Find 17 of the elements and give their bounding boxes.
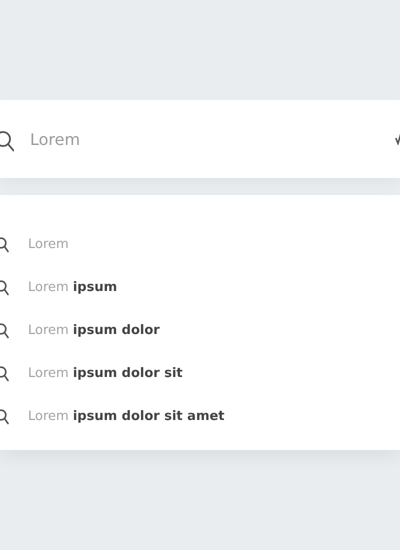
suggestion-text: Lorem ipsum: [28, 280, 118, 295]
suggestion-text: Lorem: [28, 237, 69, 252]
search-icon: [0, 236, 9, 252]
search-icon: [0, 408, 9, 424]
search-field[interactable]: Lorem: [28, 128, 395, 150]
search-icon: [0, 322, 9, 338]
suggestion-item[interactable]: Lorem ipsum: [0, 266, 400, 309]
suggestion-item[interactable]: Lorem ipsum dolor sit amet: [0, 395, 400, 438]
suggestion-text: Lorem ipsum dolor sit amet: [28, 409, 225, 424]
suggestion-item[interactable]: Lorem ipsum dolor: [0, 309, 400, 352]
search-icon: [0, 366, 9, 382]
check-icon: [395, 133, 400, 145]
search-icon: [0, 280, 9, 296]
search-icon: [0, 130, 14, 152]
suggestion-text: Lorem ipsum dolor: [28, 323, 160, 338]
suggestion-item[interactable]: Lorem ipsum dolor sit: [0, 352, 400, 395]
suggestion-text: Lorem ipsum dolor sit: [28, 366, 183, 381]
